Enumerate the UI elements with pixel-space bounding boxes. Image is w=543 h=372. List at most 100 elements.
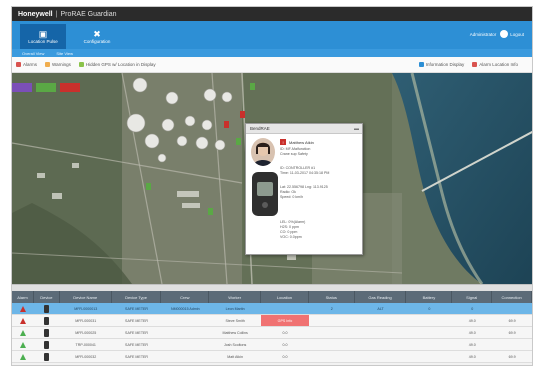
popup-id-lines: ID: CONTROLLER #1 Time: 11-03-2017 04:35…: [280, 166, 329, 176]
popup-gas-lines: LEL: 0%(Alarm) H2S: 0 ppm CO: 0 ppm VOC:…: [280, 220, 305, 240]
logout-button[interactable]: Logout: [500, 30, 524, 38]
alarm-status-icon: [19, 317, 26, 324]
table-header: Alarm Device Device Name Device Type Cre…: [12, 291, 532, 303]
device-icon: [44, 304, 50, 313]
table-cell: 0: [452, 303, 492, 314]
tab-configuration[interactable]: ✖ Configuration: [74, 24, 120, 49]
map-scrollbar[interactable]: [12, 284, 532, 291]
table-row[interactable]: TRP-000041 SAFE METER Josh Scoltons 0.0 49.0: [12, 339, 532, 351]
cell-text: SAFE METER: [125, 318, 149, 323]
filter-label: Alarms: [23, 62, 38, 67]
filter-label: Hidden GPS w/ Location in Display: [85, 62, 156, 67]
worker-marker[interactable]: [250, 83, 255, 90]
col-header[interactable]: Location: [261, 291, 309, 303]
worker-marker[interactable]: [146, 183, 151, 190]
table-cell: [261, 303, 309, 314]
table-cell: [406, 327, 452, 338]
popup-line: VOC: 0.0ppm: [280, 235, 302, 239]
table-cell: MFR-0000013: [60, 303, 112, 314]
cell-text: Steve Smith: [225, 318, 245, 323]
alarm-marker[interactable]: [224, 121, 229, 128]
filter-alarms[interactable]: Alarms: [16, 62, 37, 67]
worker-marker[interactable]: [236, 138, 241, 145]
table-row[interactable]: MFR-000032 SAFE METER Matt Atkin 0.0 49.0 69.…: [12, 351, 532, 363]
table-cell: ALT: [355, 303, 407, 314]
table-cell: Matt Atkin: [209, 351, 261, 362]
table-cell: 0: [406, 303, 452, 314]
close-icon[interactable]: ▬: [354, 126, 359, 132]
worker-marker[interactable]: [208, 208, 213, 215]
legend-chip[interactable]: [36, 83, 56, 92]
device-table: Alarm Device Device Name Device Type Cre…: [12, 291, 532, 363]
satellite-map[interactable]: BendRAE ▬ ! Matthew Atkin ID: MF-Malfunc…: [12, 73, 532, 284]
information-display-toggle[interactable]: Information Display: [418, 62, 464, 67]
tab-label: Configuration: [83, 39, 111, 44]
col-header[interactable]: Device Type: [112, 291, 162, 303]
table-cell: 69.9: [492, 327, 532, 338]
alarm-location-toggle[interactable]: Alarm Location Info: [472, 62, 518, 67]
col-header[interactable]: Alarm: [12, 291, 34, 303]
col-header[interactable]: Gas Reading: [355, 291, 407, 303]
col-header[interactable]: Battery: [406, 291, 453, 303]
subtab-overall[interactable]: Overall View: [22, 51, 44, 56]
user-name[interactable]: Administrator: [470, 32, 497, 37]
col-header[interactable]: Device Name: [60, 291, 112, 303]
filter-hidden-gps[interactable]: Hidden GPS w/ Location in Display: [78, 62, 156, 67]
col-header[interactable]: Connection: [492, 291, 532, 303]
table-cell: 2: [309, 303, 355, 314]
alarm-status-icon: [19, 341, 26, 348]
table-cell: [12, 327, 34, 338]
cell-text: 0.0: [282, 354, 288, 359]
user-menu: Administrator Logout: [470, 30, 524, 38]
table-cell: Matthew Collins: [209, 327, 261, 338]
table-cell: GPS Info: [261, 315, 309, 326]
table-cell: 49.0: [452, 315, 492, 326]
cell-text: 69.9: [508, 330, 516, 335]
table-cell: [309, 351, 355, 362]
col-header[interactable]: Signal: [452, 291, 493, 303]
tab-location-pulse[interactable]: ▣ Location Pulse: [20, 24, 66, 49]
table-cell: [406, 339, 452, 350]
popup-title: BendRAE: [250, 126, 270, 131]
tools-icon: ✖: [93, 29, 101, 39]
cell-text: ALT: [377, 306, 384, 311]
title-bar: Honeywell | ProRAE Guardian: [12, 7, 532, 21]
filter-warnings[interactable]: Warnings: [45, 62, 71, 67]
cell-text: GPS Info: [277, 318, 293, 323]
col-header[interactable]: Status: [309, 291, 355, 303]
alarm-status-icon: [19, 353, 26, 360]
table-body: MFR-0000013 SAFE METER NM000015 Admin Leon …: [12, 303, 532, 363]
cell-text: 49.0: [468, 354, 476, 359]
cell-text: 49.0: [468, 318, 476, 323]
col-header[interactable]: Crew: [161, 291, 210, 303]
info-icon: [418, 62, 424, 67]
alarm-status-icon: [19, 305, 26, 312]
table-row[interactable]: MFR-000025 SAFE METER Matthew Collins 0.0 49…: [12, 327, 532, 339]
cell-text: MFR-000032: [75, 354, 97, 359]
device-icon: [44, 352, 50, 361]
table-cell: [34, 351, 60, 362]
col-header[interactable]: Worker: [209, 291, 262, 303]
subtab-site[interactable]: Site View: [56, 51, 73, 56]
cell-text: SAFE METER: [125, 306, 149, 311]
table-cell: [355, 327, 407, 338]
device-button: [262, 202, 268, 208]
table-cell: [34, 339, 60, 350]
brand-logo: Honeywell: [18, 10, 53, 18]
table-cell: [34, 303, 60, 314]
table-row[interactable]: MFR-000031 SAFE METER Steve Smith GPS Info 4…: [12, 315, 532, 327]
table-cell: SAFE METER: [112, 315, 162, 326]
cell-text: MFR-000025: [75, 330, 97, 335]
map-legend: [12, 83, 80, 92]
table-row[interactable]: MFR-0000013 SAFE METER NM000015 Admin Leon …: [12, 303, 532, 315]
table-cell: [309, 315, 355, 326]
col-header[interactable]: Device: [34, 291, 60, 303]
alarm-status-icon: [19, 329, 26, 336]
legend-chip[interactable]: [60, 83, 80, 92]
alarm-marker[interactable]: [240, 111, 245, 118]
table-cell: [161, 339, 209, 350]
legend-chip[interactable]: [12, 83, 32, 92]
table-cell: 69.9: [492, 315, 532, 326]
cell-text: Leon Martin: [225, 306, 245, 311]
app-window: Honeywell | ProRAE Guardian ▣ Location P…: [11, 6, 533, 366]
